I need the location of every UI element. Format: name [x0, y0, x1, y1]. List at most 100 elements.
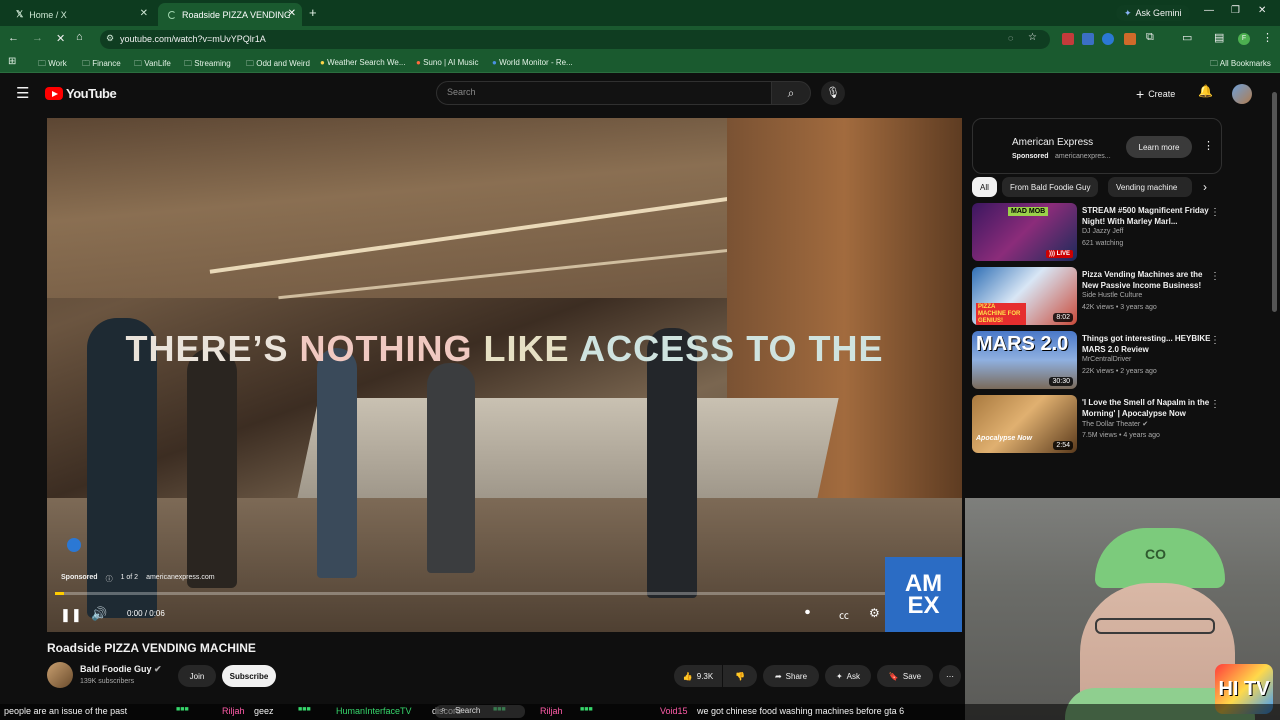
join-button[interactable]: Join — [178, 665, 216, 687]
share-button[interactable]: ➦ Share — [763, 665, 819, 687]
close-tab-icon[interactable]: ✕ — [140, 8, 148, 19]
bookmark-weather[interactable]: ● Weather Search We... — [320, 58, 405, 67]
browser-menu-icon[interactable]: ⋮ — [1262, 31, 1273, 44]
bookmark-folder-odd[interactable]: 🗀 Odd and Weird — [246, 58, 310, 72]
close-tab-icon[interactable]: ✕ — [288, 8, 296, 19]
dislike-button[interactable]: 👎 — [723, 665, 757, 687]
recommendation-item[interactable]: MAD MOB ))) LIVE STREAM #500 Magnificent… — [972, 203, 1222, 263]
apps-grid-icon[interactable]: ⊞ — [8, 56, 16, 67]
forward-icon[interactable]: → — [32, 32, 43, 44]
page-scrollbar[interactable] — [1272, 92, 1277, 312]
subscribe-button[interactable]: Subscribe — [222, 665, 276, 687]
video-thumbnail[interactable]: Apocalypse Now 2:54 — [972, 395, 1077, 453]
tab-home-x[interactable]: 𝕏 Home / X ✕ — [6, 3, 154, 26]
site-info-icon[interactable]: ⚙ — [106, 33, 114, 44]
video-thumbnail[interactable]: MARS 2.0 30:30 — [972, 331, 1077, 389]
bookmark-folder-vanlife[interactable]: 🗀 VanLife — [134, 58, 171, 72]
minimize-icon[interactable]: — — [1204, 5, 1214, 16]
all-bookmarks[interactable]: 🗀 All Bookmarks — [1210, 58, 1271, 72]
chip-vending-machine[interactable]: Vending machine — [1108, 177, 1192, 197]
sidebar-ad-card[interactable]: American Express Sponsored americanexpre… — [972, 118, 1222, 174]
side-panel-icon[interactable]: ▤ — [1214, 31, 1224, 44]
volume-icon[interactable]: 🔊 — [91, 606, 107, 622]
chip-label: All — [980, 182, 989, 192]
rec-channel[interactable]: The Dollar Theater ✔ — [1082, 420, 1148, 428]
bookmark-folder-finance[interactable]: 🗀 Finance — [82, 58, 121, 72]
bookmark-world-monitor[interactable]: ● World Monitor - Re... — [492, 58, 573, 67]
rec-channel[interactable]: DJ Jazzy Jeff — [1082, 228, 1124, 235]
account-avatar[interactable] — [1232, 84, 1252, 104]
stop-icon[interactable]: ✕ — [56, 32, 65, 45]
recommendation-item[interactable]: MARS 2.0 30:30 Things got interesting...… — [972, 331, 1222, 391]
bookmark-folder-work[interactable]: 🗀 Work — [38, 58, 67, 72]
ad-menu-icon[interactable]: ⋮ — [1203, 139, 1214, 152]
video-thumbnail[interactable]: PIZZA MACHINE FOR GENIUS! 8:02 — [972, 267, 1077, 325]
rec-channel[interactable]: MrCentralDriver — [1082, 356, 1131, 363]
bookmark-folder-streaming[interactable]: 🗀 Streaming — [184, 58, 231, 72]
ticker-username: Void15 — [660, 706, 688, 716]
cast-icon[interactable]: ▭ — [1182, 31, 1192, 44]
hamburger-menu-icon[interactable]: ☰ — [16, 84, 29, 102]
maximize-icon[interactable]: ❐ — [1231, 5, 1240, 16]
extension-icon[interactable] — [1082, 33, 1094, 45]
window-close-icon[interactable]: ✕ — [1258, 5, 1266, 16]
recommendation-item[interactable]: PIZZA MACHINE FOR GENIUS! 8:02 Pizza Ven… — [972, 267, 1222, 327]
bookmark-label: World Monitor - Re... — [499, 58, 573, 67]
bookmark-suno[interactable]: ● Suno | AI Music — [416, 58, 479, 67]
chip-all[interactable]: All — [972, 177, 997, 197]
video-thumbnail[interactable]: MAD MOB ))) LIVE — [972, 203, 1077, 261]
ask-gemini-button[interactable]: ✦ Ask Gemini — [1116, 5, 1190, 21]
chevron-right-icon[interactable]: › — [1203, 180, 1207, 194]
rec-menu-icon[interactable]: ⋮ — [1210, 271, 1220, 282]
recommendation-item[interactable]: Apocalypse Now 2:54 'I Love the Smell of… — [972, 395, 1222, 455]
info-icon[interactable]: ⓘ — [106, 574, 113, 584]
video-player[interactable]: THERE’S NOTHING LIKE ACCESS TO THE Spons… — [47, 118, 962, 632]
taskbar-search[interactable]: ⌕ Search — [435, 705, 525, 718]
captions-icon[interactable]: ㏄ — [839, 607, 849, 622]
chip-from-channel[interactable]: From Bald Foodie Guy — [1002, 177, 1099, 197]
more-actions-button[interactable]: ⋯ — [939, 665, 961, 687]
progress-fill — [55, 592, 64, 595]
bookmark-star-icon[interactable]: ☆ — [1028, 32, 1037, 43]
rec-channel[interactable]: Side Hustle Culture — [1082, 292, 1142, 299]
progress-bar[interactable] — [55, 592, 954, 595]
rec-title[interactable]: STREAM #500 Magnificent Friday Night! Wi… — [1082, 205, 1212, 227]
create-button[interactable]: + Create — [1128, 83, 1183, 105]
notifications-bell-icon[interactable]: 🔔 — [1198, 84, 1213, 98]
url-text[interactable]: youtube.com/watch?v=mUvYPQlr1A — [120, 34, 266, 44]
rec-title[interactable]: 'I Love the Smell of Napalm in the Morni… — [1082, 397, 1212, 419]
extension-icon[interactable] — [1102, 33, 1114, 45]
ad-domain-link[interactable]: americanexpress.com — [146, 574, 214, 584]
headline-part: THERE’S — [125, 328, 300, 369]
eye-off-icon[interactable]: ◌ — [1008, 33, 1013, 43]
person-silhouette — [317, 348, 357, 578]
rec-menu-icon[interactable]: ⋮ — [1210, 399, 1220, 410]
settings-gear-icon[interactable]: ⚙ — [869, 606, 880, 620]
search-input[interactable]: Search — [436, 81, 772, 105]
save-button[interactable]: 🔖 Save — [877, 665, 933, 687]
learn-more-button[interactable]: Learn more — [1126, 136, 1192, 158]
new-tab-button[interactable]: + — [309, 5, 317, 20]
rec-menu-icon[interactable]: ⋮ — [1210, 207, 1220, 218]
rec-title[interactable]: Pizza Vending Machines are the New Passi… — [1082, 269, 1212, 291]
extension-icon[interactable] — [1124, 33, 1136, 45]
voice-search-button[interactable]: 🎙 — [821, 81, 845, 105]
channel-avatar[interactable] — [47, 662, 73, 688]
glasses — [1095, 618, 1215, 634]
autoplay-icon[interactable]: ⏺ — [805, 607, 810, 618]
channel-name[interactable]: Bald Foodie Guy ✔ — [80, 664, 162, 675]
back-icon[interactable]: ← — [8, 32, 19, 44]
url-bar[interactable]: ⚙ youtube.com/watch?v=mUvYPQlr1A ◌ ☆ — [100, 30, 1050, 49]
youtube-logo[interactable]: YouTube — [45, 86, 117, 101]
tab-youtube-video[interactable]: Roadside PIZZA VENDING MA ✕ — [158, 3, 302, 26]
rec-title[interactable]: Things got interesting... HEYBIKE MARS 2… — [1082, 333, 1212, 355]
like-button[interactable]: 👍 9.3K — [674, 665, 722, 687]
puzzle-extensions-icon[interactable]: ⧉ — [1146, 31, 1154, 44]
search-button[interactable]: ⌕ — [771, 81, 811, 105]
rec-menu-icon[interactable]: ⋮ — [1210, 335, 1220, 346]
profile-avatar[interactable]: F — [1238, 33, 1250, 45]
pause-icon[interactable]: ❚❚ — [60, 607, 82, 623]
home-icon[interactable]: ⌂ — [76, 31, 83, 43]
extension-icon[interactable] — [1062, 33, 1074, 45]
ask-button[interactable]: ✦ Ask — [825, 665, 871, 687]
